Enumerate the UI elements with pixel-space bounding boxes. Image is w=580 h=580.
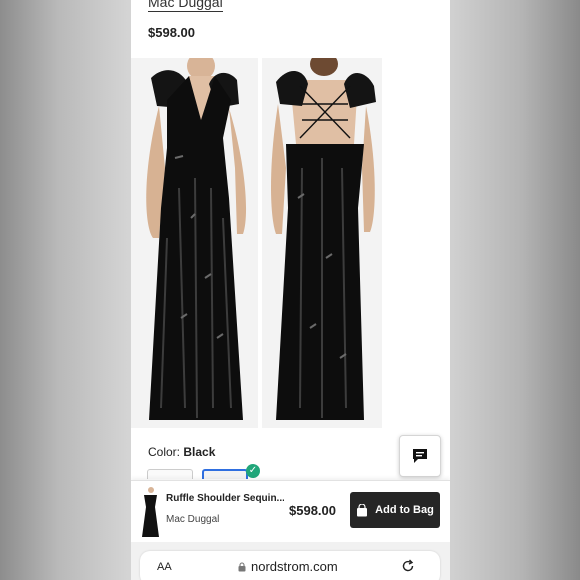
- product-photo-front[interactable]: [131, 58, 258, 428]
- bag-icon: [357, 503, 368, 516]
- color-swatch[interactable]: [147, 469, 193, 479]
- reload-icon[interactable]: [401, 559, 415, 573]
- url-display[interactable]: nordstrom.com: [238, 559, 338, 574]
- product-price: $598.00: [148, 25, 195, 40]
- color-swatch-selected[interactable]: [202, 469, 248, 479]
- color-value: Black: [183, 445, 216, 459]
- chat-icon: [413, 449, 427, 463]
- product-thumbnail: [139, 487, 161, 537]
- product-page: Mac Duggal $598.00 Color: Black ✓ Ruffle…: [131, 0, 450, 580]
- sticky-product-brand: Mac Duggal: [166, 514, 220, 525]
- text-size-button[interactable]: AA: [157, 561, 172, 573]
- product-photo-back[interactable]: [262, 58, 382, 428]
- url-text: nordstrom.com: [251, 559, 338, 574]
- lock-icon: [238, 561, 246, 571]
- brand-link[interactable]: Mac Duggal: [148, 0, 223, 12]
- sticky-product-name: Ruffle Shoulder Sequin...: [166, 493, 284, 504]
- add-to-bag-button[interactable]: Add to Bag: [350, 492, 440, 528]
- chat-button[interactable]: [399, 435, 441, 477]
- color-label: Color: Black: [148, 445, 216, 459]
- add-to-bag-label: Add to Bag: [375, 504, 434, 516]
- sticky-purchase-bar: Ruffle Shoulder Sequin... Mac Duggal $59…: [131, 480, 450, 542]
- sticky-product-price: $598.00: [289, 503, 336, 518]
- check-icon: ✓: [246, 464, 260, 478]
